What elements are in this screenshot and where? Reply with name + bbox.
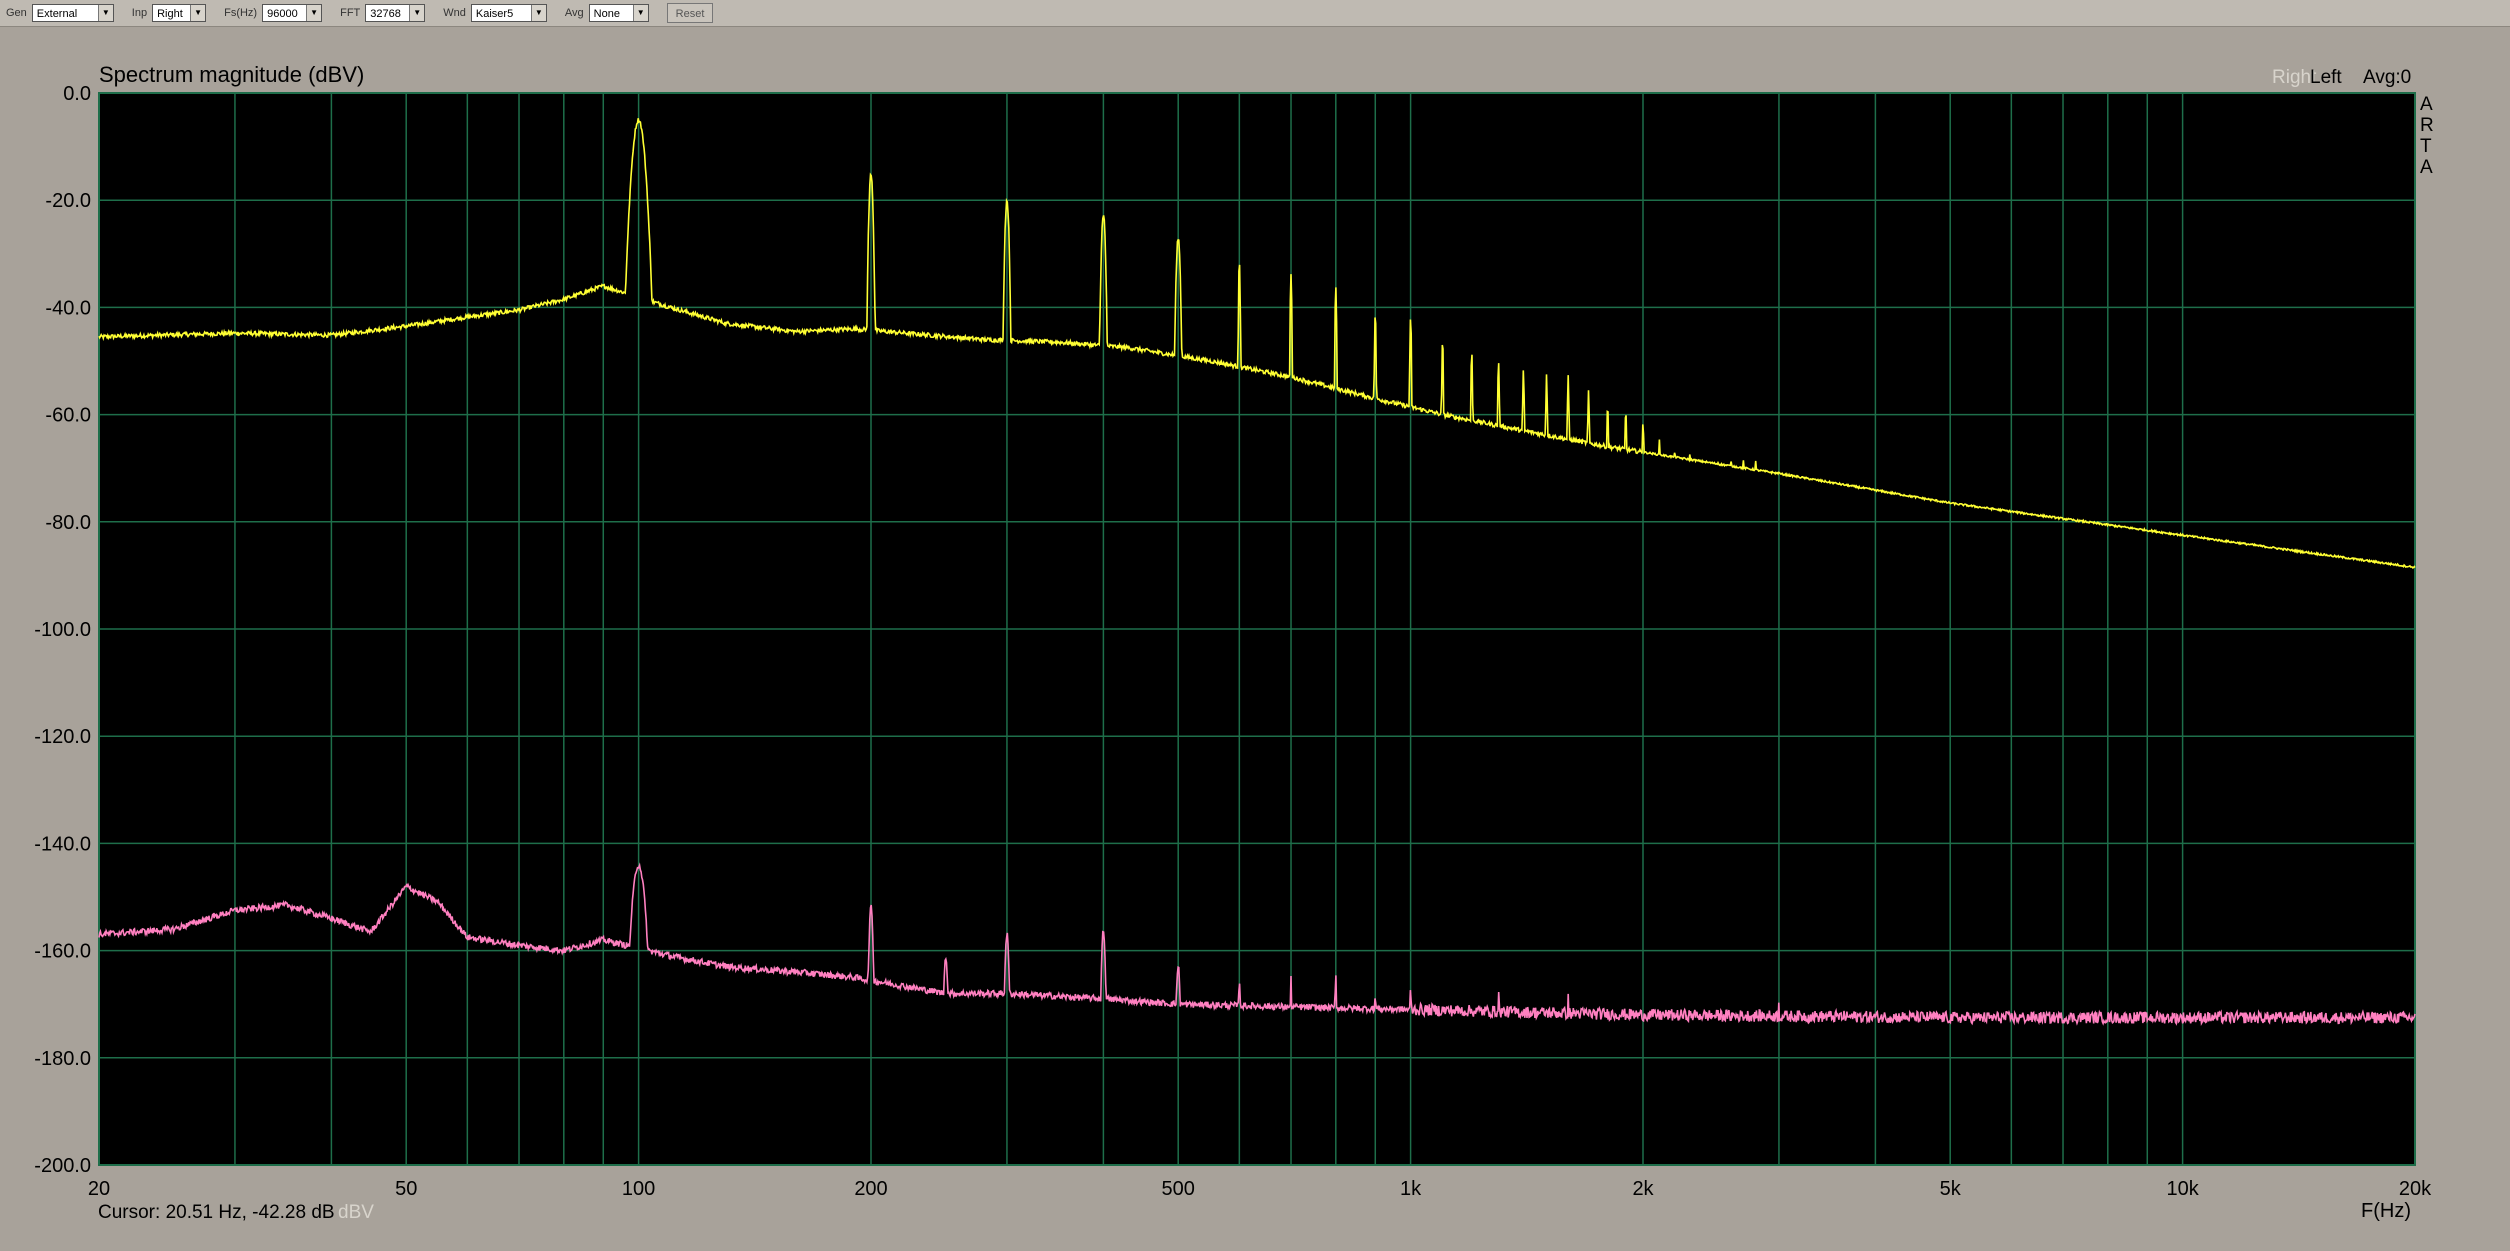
x-tick-label: 20k <box>2399 1178 2432 1200</box>
y-tick-label: -60.0 <box>45 405 91 427</box>
x-tick-label: 100 <box>622 1178 655 1200</box>
y-tick-label: -160.0 <box>34 941 91 963</box>
cursor-faded-unit: dBV <box>338 1202 374 1223</box>
x-axis-label: F(Hz) <box>2361 1200 2411 1222</box>
spectrum-chart[interactable]: 0.0 -20.0 -40.0 -60.0 -80.0 -100.0 -120.0 -140.… <box>0 0 2510 1251</box>
x-tick-label: 1k <box>1400 1178 1422 1200</box>
x-tick-label: 200 <box>854 1178 887 1200</box>
arta-letter: R <box>2420 115 2434 136</box>
x-axis-ticks: 20 50 100 200 500 1k 2k 5k 10k 20k <box>88 1178 2432 1200</box>
chart-title: Spectrum magnitude (dBV) <box>99 62 364 87</box>
y-tick-label: -180.0 <box>34 1048 91 1070</box>
arta-logo: A R T A <box>2420 94 2434 178</box>
avg-count-label: Avg:0 <box>2363 67 2411 88</box>
y-tick-label: -100.0 <box>34 619 91 641</box>
y-tick-label: -200.0 <box>34 1155 91 1177</box>
x-tick-label: 20 <box>88 1178 110 1200</box>
cursor-readout: Cursor: 20.51 Hz, -42.28 dB <box>98 1202 335 1223</box>
y-tick-label: 0.0 <box>63 83 91 105</box>
y-tick-label: -120.0 <box>34 726 91 748</box>
arta-letter: A <box>2420 157 2433 178</box>
x-tick-label: 2k <box>1632 1178 1654 1200</box>
channel-label: Left <box>2310 67 2342 88</box>
y-tick-label: -20.0 <box>45 190 91 212</box>
y-tick-label: -140.0 <box>34 833 91 855</box>
x-tick-label: 50 <box>395 1178 417 1200</box>
arta-letter: A <box>2420 94 2433 115</box>
x-tick-label: 10k <box>2166 1178 2199 1200</box>
x-tick-label: 500 <box>1162 1178 1195 1200</box>
y-axis-ticks: 0.0 -20.0 -40.0 -60.0 -80.0 -100.0 -120.0 -140.… <box>34 83 91 1177</box>
x-tick-label: 5k <box>1940 1178 1962 1200</box>
arta-letter: T <box>2420 136 2432 157</box>
y-tick-label: -80.0 <box>45 512 91 534</box>
y-tick-label: -40.0 <box>45 297 91 319</box>
